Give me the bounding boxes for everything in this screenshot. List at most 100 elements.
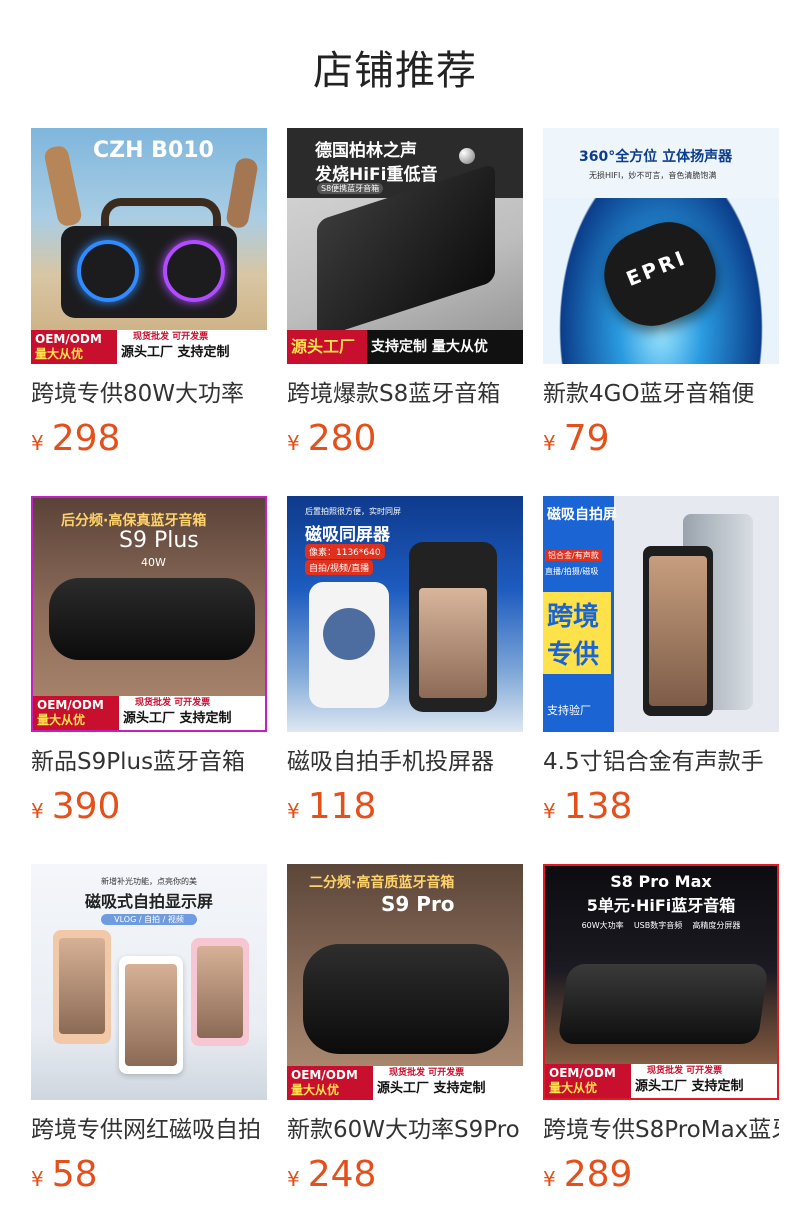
badge-factory: 源头工厂 支持定制 [635,1079,744,1094]
product-price: ¥390 [31,787,267,827]
currency-symbol: ¥ [31,431,44,455]
image-model: S9 Pro [381,892,455,916]
product-card[interactable]: 后分频·高保真蓝牙音箱 S9 Plus 40W OEM/ODM 量大从优 现货批发… [31,496,267,864]
price-amount: 118 [307,786,377,827]
product-image[interactable]: 德国柏林之声 发烧HiFi重低音 S8便携蓝牙音箱 源头工厂 支持定制 量大从优 [287,128,523,364]
image-topline: 新增补光功能，点亮你的美 [101,877,197,886]
price-amount: 79 [563,418,610,459]
product-name[interactable]: 跨境专供S8ProMax蓝牙 [543,1115,779,1145]
product-card[interactable]: 德国柏林之声 发烧HiFi重低音 S8便携蓝牙音箱 源头工厂 支持定制 量大从优… [287,128,523,496]
image-features: 直播/拍摄/磁吸 [545,567,599,576]
badge-oem: OEM/ODM [37,698,104,712]
badge-factory: 源头工厂 支持定制 [121,345,230,360]
product-card[interactable]: 二分频·高音质蓝牙音箱 S9 Pro OEM/ODM 量大从优 现货批发 可开发票… [287,864,523,1232]
product-card[interactable]: CZH B010 OEM/ODM 量大从优 现货批发 可开发票 源头工厂 支持定制 … [31,128,267,496]
currency-symbol: ¥ [543,1167,556,1191]
product-name[interactable]: 磁吸自拍手机投屏器 [287,747,523,777]
product-name[interactable]: 新品S9Plus蓝牙音箱 [31,747,267,777]
currency-symbol: ¥ [31,799,44,823]
product-price: ¥58 [31,1155,267,1195]
image-subline: 发烧HiFi重低音 [315,165,438,185]
product-grid: CZH B010 OEM/ODM 量大从优 现货批发 可开发票 源头工厂 支持定制 … [31,128,781,1232]
image-headline: 后分频·高保真蓝牙音箱 [61,513,207,529]
price-amount: 289 [563,1154,633,1195]
currency-symbol: ¥ [31,1167,44,1191]
image-headline: 磁吸自拍屏 [547,507,617,523]
product-image[interactable]: CZH B010 OEM/ODM 量大从优 现货批发 可开发票源头工厂 支持定制 [31,128,267,364]
page-title: 店铺推荐 [313,48,477,94]
product-image[interactable]: 磁吸自拍屏 铝合金/有声款 直播/拍摄/磁吸 跨境 专供 支持验厂 [543,496,779,732]
product-price: ¥289 [543,1155,779,1195]
product-card[interactable]: 磁吸自拍屏 铝合金/有声款 直播/拍摄/磁吸 跨境 专供 支持验厂 4.5寸铝合… [543,496,779,864]
image-power: 40W [141,556,166,569]
image-features: 60W大功率 USB数字音频 高精度分屏器 [581,921,741,930]
product-card[interactable]: 360°全方位 立体扬声器 无损HIFI，妙不可言，音色清脆饱满 EPRI 新款… [543,128,779,496]
badge-factory: 源头工厂 [287,330,367,364]
product-price: ¥298 [31,419,267,459]
image-headline: 德国柏林之声 [315,141,417,161]
product-image[interactable]: 后置拍照很方便，实时同屏 磁吸同屏器 像素：1136*640 自拍/视频/直播 [287,496,523,732]
image-spec: 像素：1136*640 [305,544,385,559]
product-price: ¥280 [287,419,523,459]
currency-symbol: ¥ [287,799,300,823]
badge-bulk: 量大从优 [35,347,84,361]
product-price: ¥118 [287,787,523,827]
price-amount: 298 [51,418,121,459]
product-name[interactable]: 跨境爆款S8蓝牙音箱 [287,379,523,409]
product-name[interactable]: 跨境专供网红磁吸自拍 [31,1115,267,1145]
image-tag: 铝合金/有声款 [545,550,602,561]
badge-factory: 源头工厂 支持定制 [123,711,232,726]
product-price: ¥79 [543,419,779,459]
product-name[interactable]: 跨境专供80W大功率 [31,379,267,409]
image-tag: S8便携蓝牙音箱 [317,183,384,194]
image-headline: 5单元·HiFi蓝牙音箱 [586,896,736,915]
badge-custom: 支持定制 量大从优 [371,339,488,355]
badge-oem: OEM/ODM [291,1068,358,1082]
price-amount: 138 [563,786,633,827]
badge-oem: OEM/ODM [549,1066,616,1080]
image-subline: 无损HIFI，妙不可言，音色清脆饱满 [589,171,717,180]
product-image[interactable]: 二分频·高音质蓝牙音箱 S9 Pro OEM/ODM 量大从优 现货批发 可开发票… [287,864,523,1100]
product-name[interactable]: 新款4GO蓝牙音箱便 [543,379,779,409]
product-card[interactable]: S8 Pro Max 5单元·HiFi蓝牙音箱 60W大功率 USB数字音频 高… [543,864,779,1232]
currency-symbol: ¥ [287,431,300,455]
image-topline: 后置拍照很方便，实时同屏 [305,507,401,516]
image-headline: 二分频·高音质蓝牙音箱 [309,875,455,891]
currency-symbol: ¥ [543,431,556,455]
product-name[interactable]: 新款60W大功率S9Pro [287,1115,523,1145]
badge-oem: OEM/ODM [35,332,102,346]
image-features: 自拍/视频/直播 [305,560,374,575]
badge-bulk: 量大从优 [37,713,86,727]
product-card[interactable]: 后置拍照很方便，实时同屏 磁吸同屏器 像素：1136*640 自拍/视频/直播 … [287,496,523,864]
product-card[interactable]: 新增补光功能，点亮你的美 磁吸式自拍显示屏 VLOG / 自拍 / 视频 跨境专… [31,864,267,1232]
product-name[interactable]: 4.5寸铝合金有声款手 [543,747,779,777]
image-footer: 支持验厂 [547,704,591,717]
product-price: ¥248 [287,1155,523,1195]
badge-bulk: 量大从优 [549,1081,598,1095]
image-headline: CZH B010 [93,138,214,163]
product-price: ¥138 [543,787,779,827]
image-headline: 360°全方位 立体扬声器 [579,149,733,165]
badge-factory: 源头工厂 支持定制 [377,1081,486,1096]
price-amount: 390 [51,786,121,827]
image-model: S9 Plus [119,528,199,553]
image-headline: 磁吸同屏器 [305,525,390,545]
image-tag: VLOG / 自拍 / 视频 [101,914,197,925]
currency-symbol: ¥ [287,1167,300,1191]
image-big-2: 专供 [547,640,600,670]
badge-wholesale: 现货批发 可开发票 [647,1066,723,1076]
image-big-1: 跨境 [547,602,600,632]
image-model: S8 Pro Max [610,872,712,891]
product-image[interactable]: S8 Pro Max 5单元·HiFi蓝牙音箱 60W大功率 USB数字音频 高… [543,864,779,1100]
product-image[interactable]: 360°全方位 立体扬声器 无损HIFI，妙不可言，音色清脆饱满 EPRI [543,128,779,364]
product-image[interactable]: 后分频·高保真蓝牙音箱 S9 Plus 40W OEM/ODM 量大从优 现货批发… [31,496,267,732]
price-amount: 58 [51,1154,98,1195]
badge-bulk: 量大从优 [291,1083,340,1097]
price-amount: 280 [307,418,377,459]
price-amount: 248 [307,1154,377,1195]
badge-wholesale: 现货批发 可开发票 [133,332,209,342]
badge-wholesale: 现货批发 可开发票 [135,698,211,708]
badge-wholesale: 现货批发 可开发票 [389,1068,465,1078]
product-image[interactable]: 新增补光功能，点亮你的美 磁吸式自拍显示屏 VLOG / 自拍 / 视频 [31,864,267,1100]
currency-symbol: ¥ [543,799,556,823]
